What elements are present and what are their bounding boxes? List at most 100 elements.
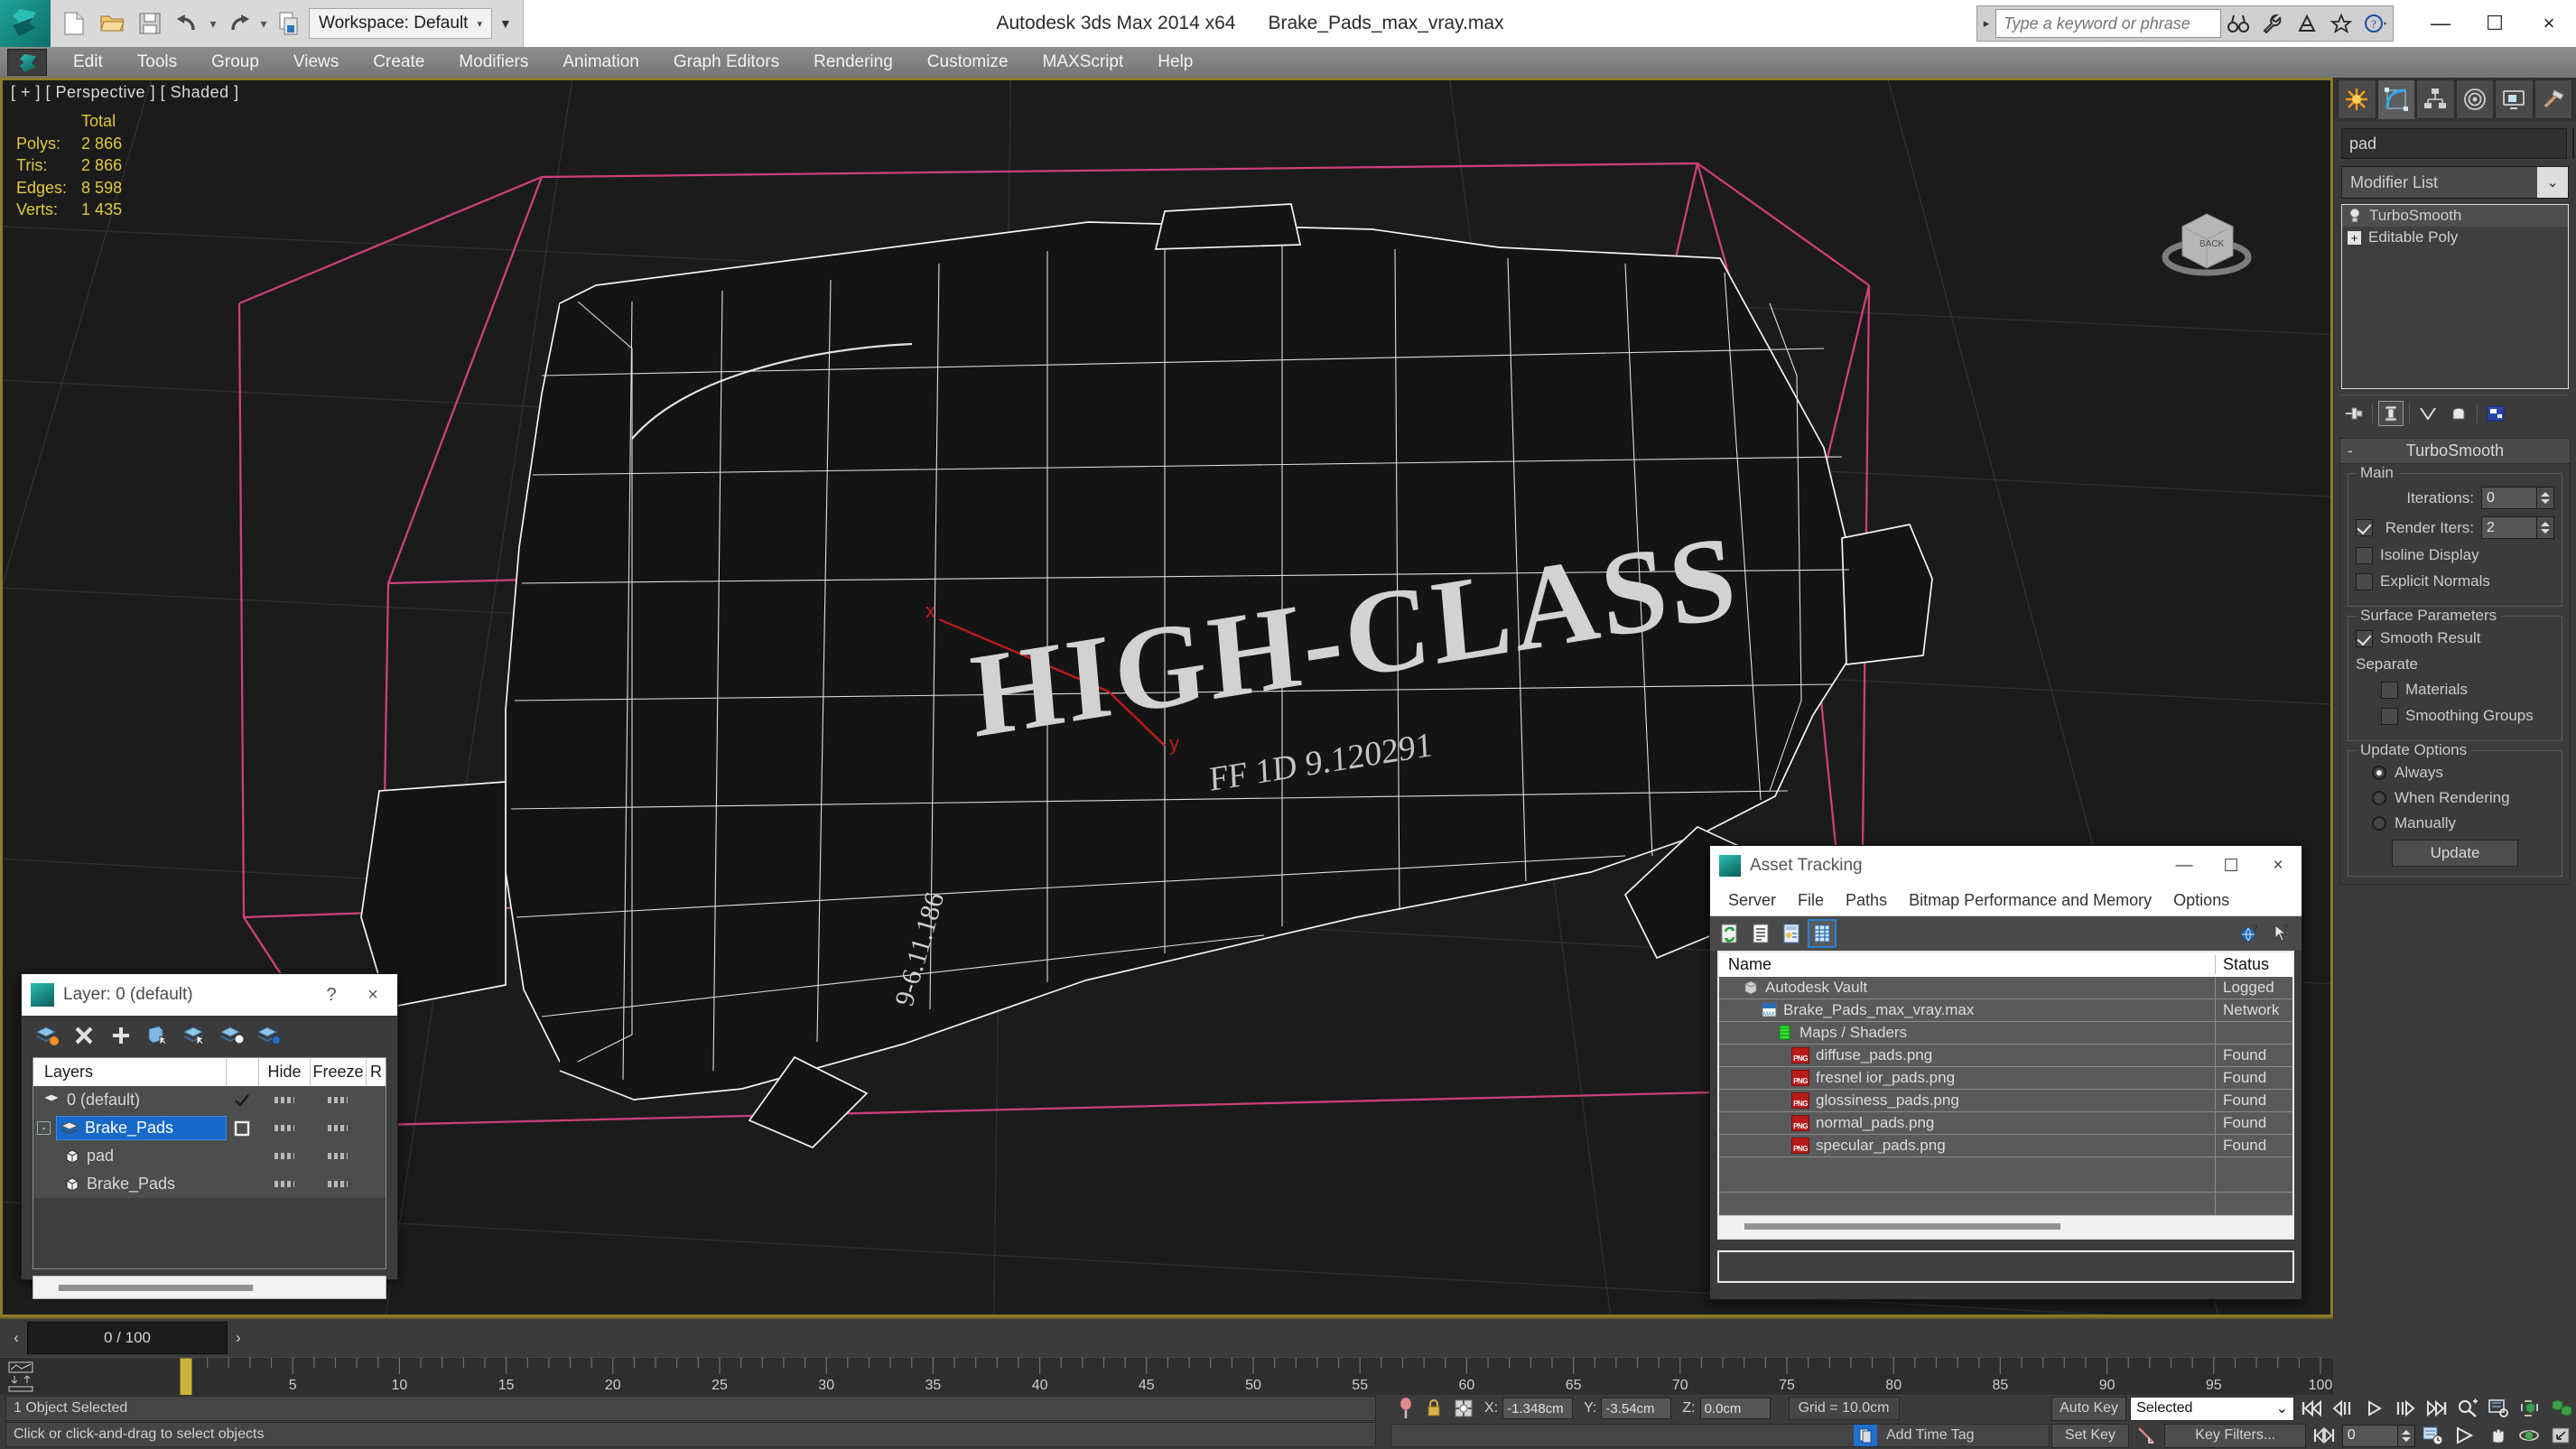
search-input[interactable] xyxy=(1995,9,2221,38)
pin-icon[interactable] xyxy=(1398,1397,1414,1420)
next-frame-button[interactable]: › xyxy=(228,1322,249,1354)
materials-checkbox[interactable] xyxy=(2381,681,2398,699)
new-icon[interactable] xyxy=(56,5,92,42)
zoom-all-icon[interactable] xyxy=(2486,1396,2514,1421)
update-option-when-rendering[interactable]: When Rendering xyxy=(2356,789,2554,807)
radio-manually[interactable] xyxy=(2372,816,2386,831)
select-objects-in-layer-icon[interactable] xyxy=(144,1022,172,1049)
layer-freeze-toggle[interactable] xyxy=(310,1097,366,1103)
object-name-field[interactable] xyxy=(2341,128,2567,159)
rollout-header[interactable]: - TurboSmooth xyxy=(2340,439,2570,464)
x-input[interactable] xyxy=(1502,1398,1574,1419)
app-logo-icon[interactable] xyxy=(0,0,51,47)
time-tag-bar[interactable]: Add Time Tag xyxy=(1390,1424,2050,1447)
scrollbar-thumb[interactable] xyxy=(1744,1223,2060,1231)
isoline-display-checkbox[interactable] xyxy=(2356,546,2373,564)
menu-item-tools[interactable]: Tools xyxy=(120,47,194,78)
layer-horizontal-scrollbar[interactable] xyxy=(33,1276,386,1299)
undo-dropdown-caret[interactable]: ▾ xyxy=(208,16,219,32)
menu-item-create[interactable]: Create xyxy=(356,47,442,78)
asset-horizontal-scrollbar[interactable] xyxy=(1719,1214,2292,1238)
zoom-icon[interactable] xyxy=(2454,1396,2482,1421)
add-layer-icon[interactable] xyxy=(107,1022,135,1049)
detail-view-icon[interactable] xyxy=(1779,921,1804,946)
menu-item-animation[interactable]: Animation xyxy=(545,47,656,78)
redo-icon[interactable] xyxy=(220,5,256,42)
display-tab[interactable] xyxy=(2495,79,2534,119)
key-mode-toggle-icon[interactable] xyxy=(2133,1423,2162,1448)
asset-list[interactable]: Name Status Autodesk Vault Logged MAX Br… xyxy=(1717,951,2294,1240)
collapse-icon[interactable]: - xyxy=(2348,442,2353,460)
hierarchy-tab[interactable] xyxy=(2416,79,2455,119)
track-bar-ruler[interactable]: 5 10 15 20 25 30 35 40 45 50 55 60 65 70 75 80 85 90 95 100 xyxy=(0,1357,2333,1395)
layer-dialog-help-button[interactable]: ? xyxy=(311,975,352,1015)
menu-item-edit[interactable]: Edit xyxy=(56,47,120,78)
asset-row-glossiness[interactable]: PNG glossiness_pads.png Found xyxy=(1719,1090,2292,1113)
asset-row-name-cell[interactable]: Autodesk Vault xyxy=(1719,979,2215,997)
explicit-normals-checkbox[interactable] xyxy=(2356,572,2373,590)
key-mode-icon[interactable] xyxy=(2310,1423,2339,1448)
coordinate-x[interactable]: X: xyxy=(1484,1398,1574,1419)
layer-row-default[interactable]: 0 (default) xyxy=(33,1086,386,1114)
layer-row-name-cell[interactable]: pad xyxy=(33,1147,226,1166)
menu-item-views[interactable]: Views xyxy=(276,47,356,78)
save-icon[interactable] xyxy=(132,5,168,42)
layer-dialog-close-button[interactable]: × xyxy=(352,975,394,1015)
radio-when-rendering[interactable] xyxy=(2372,791,2386,805)
asset-row-vault[interactable]: Autodesk Vault Logged xyxy=(1719,976,2292,999)
help-pointer-icon[interactable]: ? xyxy=(2269,921,2294,946)
object-color-swatch[interactable] xyxy=(2572,128,2574,159)
menu-item-help[interactable]: Help xyxy=(1140,47,1210,78)
highlight-selected-objects-icon[interactable] xyxy=(218,1022,246,1049)
scrollbar-thumb[interactable] xyxy=(59,1284,253,1291)
layer-hide-toggle[interactable] xyxy=(258,1125,310,1131)
asset-tracking-dialog[interactable]: Asset Tracking — ☐ × Server File Paths B… xyxy=(1709,845,2302,1300)
asset-list-empty-row[interactable] xyxy=(1719,1192,2292,1215)
zoom-extents-all-icon[interactable] xyxy=(2548,1396,2576,1421)
select-highlighted-objects-icon[interactable] xyxy=(181,1022,209,1049)
menu-item-graph-editors[interactable]: Graph Editors xyxy=(656,47,796,78)
go-to-start-icon[interactable] xyxy=(2298,1396,2326,1421)
layer-freeze-toggle[interactable] xyxy=(310,1181,366,1187)
z-input[interactable] xyxy=(1699,1398,1771,1419)
layer-hide-toggle[interactable] xyxy=(258,1097,310,1103)
light-bulb-icon[interactable] xyxy=(2348,208,2362,224)
pin-stack-icon[interactable] xyxy=(2341,401,2367,426)
layer-properties-icon[interactable] xyxy=(255,1022,284,1049)
asset-row-maps-shaders[interactable]: Maps / Shaders xyxy=(1719,1021,2292,1045)
set-key-button[interactable]: Set Key xyxy=(2051,1423,2129,1448)
asset-menu-server[interactable]: Server xyxy=(1717,891,1787,910)
modifier-stack[interactable]: TurboSmooth + Editable Poly xyxy=(2341,204,2569,389)
modify-tab[interactable] xyxy=(2376,79,2415,119)
layer-row-name-cell[interactable]: - Brake_Pads xyxy=(33,1116,227,1140)
menu-item-rendering[interactable]: Rendering xyxy=(796,47,910,78)
next-frame-icon[interactable] xyxy=(2392,1396,2420,1421)
asset-row-name-cell[interactable]: PNG normal_pads.png xyxy=(1719,1114,2215,1132)
help-icon[interactable]: ? xyxy=(2358,6,2393,41)
maximize-button[interactable]: ☐ xyxy=(2468,0,2522,47)
menu-item-maxscript[interactable]: MAXScript xyxy=(1026,47,1141,78)
go-to-end-icon[interactable] xyxy=(2423,1396,2451,1421)
list-view-icon[interactable] xyxy=(1748,921,1773,946)
menu-item-modifiers[interactable]: Modifiers xyxy=(442,47,545,78)
asset-menu-file[interactable]: File xyxy=(1787,891,1835,910)
viewport-label[interactable]: [ + ] [ Perspective ] [ Shaded ] xyxy=(11,83,239,102)
refresh-icon[interactable] xyxy=(1717,921,1743,946)
asset-close-button[interactable]: × xyxy=(2255,847,2302,885)
menu-item-customize[interactable]: Customize xyxy=(910,47,1026,78)
grid-view-icon[interactable] xyxy=(1808,919,1837,948)
binoculars-icon[interactable] xyxy=(2221,6,2255,41)
set-project-folder-icon[interactable] xyxy=(271,5,307,42)
wrench-icon[interactable] xyxy=(2255,6,2290,41)
asset-list-empty-row[interactable] xyxy=(1719,1157,2292,1193)
close-button[interactable]: × xyxy=(2522,0,2576,47)
field-of-view-icon[interactable] xyxy=(2450,1423,2479,1448)
layer-row-brake-pads[interactable]: - Brake_Pads xyxy=(33,1114,386,1142)
undo-icon[interactable] xyxy=(170,5,206,42)
current-frame-spinner[interactable] xyxy=(2341,1424,2415,1447)
absolute-relative-icon[interactable] xyxy=(1454,1398,1474,1418)
modifier-stack-item-editable-poly[interactable]: + Editable Poly xyxy=(2342,227,2568,248)
modifier-list-dropdown[interactable]: Modifier List ⌄ xyxy=(2341,166,2569,199)
spinner-arrows[interactable] xyxy=(2537,516,2554,539)
utilities-tab[interactable] xyxy=(2534,79,2572,119)
